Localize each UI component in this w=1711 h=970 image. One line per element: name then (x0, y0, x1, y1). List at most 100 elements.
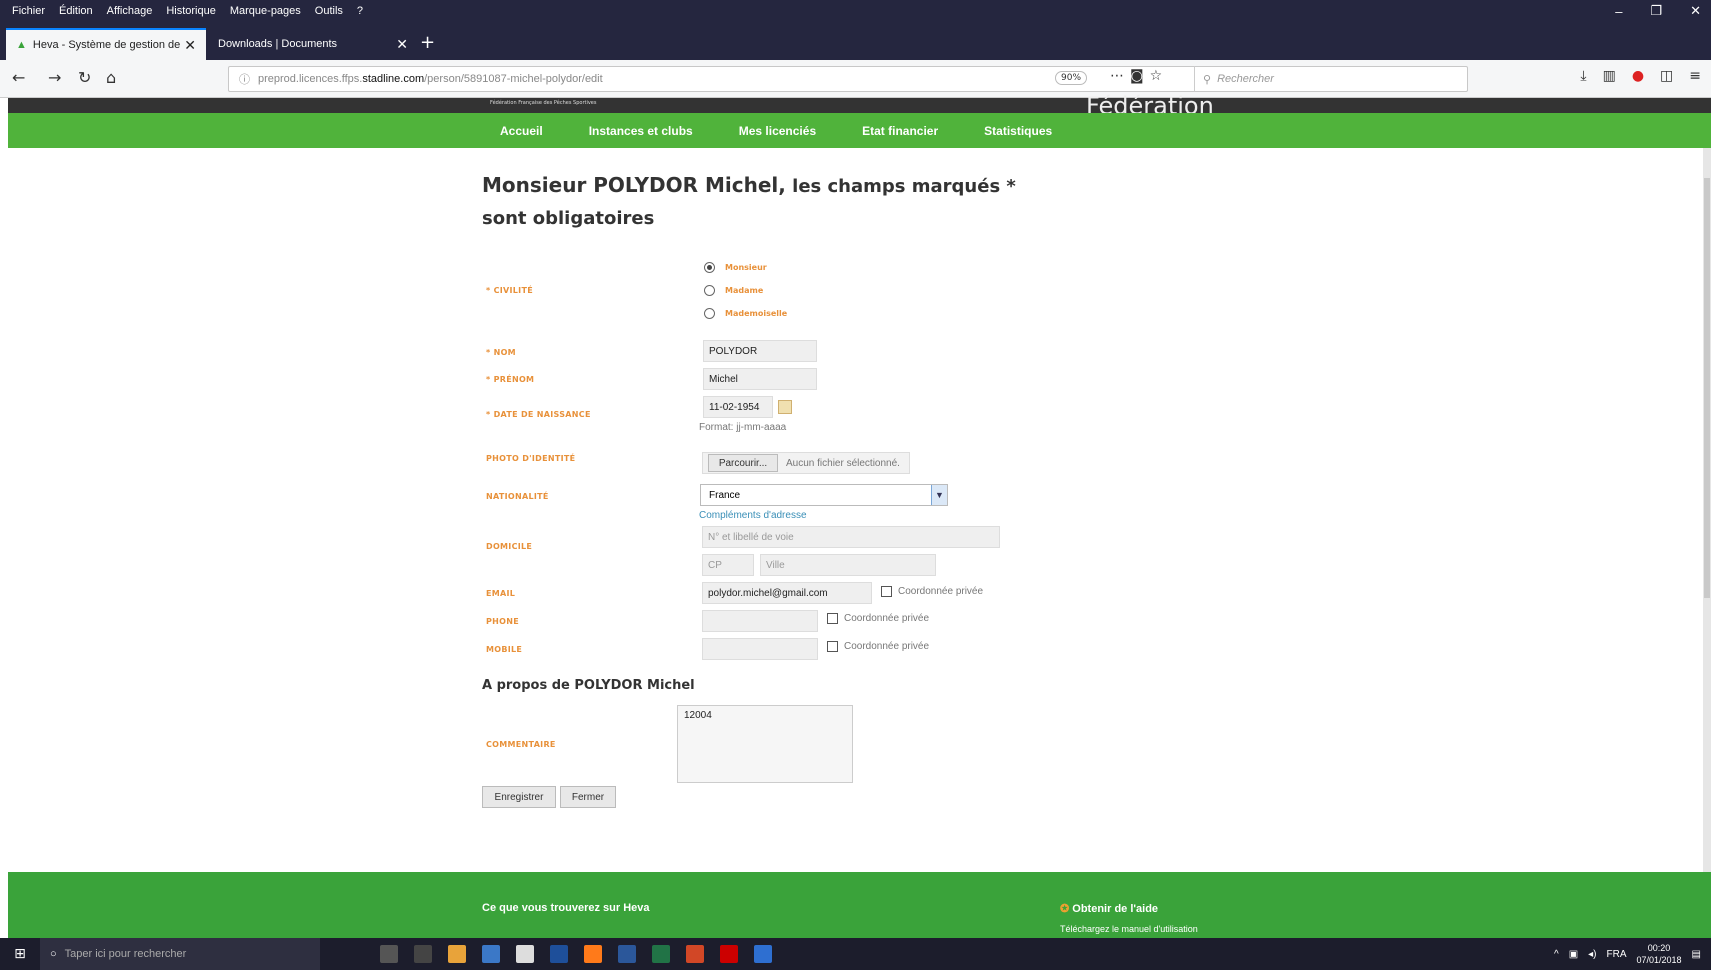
radio-dot[interactable] (704, 262, 715, 273)
explorer-icon[interactable] (448, 945, 466, 963)
taskbar-search[interactable]: ○ Taper ici pour rechercher (40, 938, 320, 970)
download-icon[interactable]: ⤓ (1580, 68, 1586, 84)
commentaire-textarea[interactable]: 12004 (677, 705, 853, 783)
restore-icon[interactable]: ❐ (1650, 3, 1662, 19)
mobile-private-checkbox[interactable]: Coordonnée privée (827, 641, 929, 652)
menu-outils[interactable]: Outils (315, 5, 343, 17)
library-icon[interactable]: ▥ (1603, 68, 1616, 84)
browser-toolbar: ← → ↻ ⌂ ⓘ preprod.licences.ffps. stadline… (0, 60, 1711, 98)
menu-fichier[interactable]: Fichier (12, 5, 45, 17)
nav-etat-financier[interactable]: Etat financier (862, 124, 938, 138)
mobile-field[interactable] (702, 638, 818, 660)
nationalite-value: France (709, 489, 741, 501)
calendar-icon[interactable] (778, 400, 792, 414)
excel-icon[interactable] (652, 945, 670, 963)
close-tab-icon[interactable]: ✕ (396, 36, 408, 53)
browse-button[interactable]: Parcourir... (708, 454, 778, 472)
pdf-icon[interactable] (720, 945, 738, 963)
scrollbar-thumb[interactable] (1704, 178, 1710, 598)
back-icon[interactable]: ← (12, 68, 25, 87)
language-indicator[interactable]: FRA (1607, 949, 1627, 960)
powerpoint-icon[interactable] (686, 945, 704, 963)
save-button[interactable]: Enregistrer (482, 786, 556, 808)
word-icon[interactable] (618, 945, 636, 963)
microphone-icon[interactable] (380, 945, 398, 963)
system-tray: ^ ▣ ◂) FRA 00:20 07/01/2018 ▤ (1554, 938, 1701, 970)
close-window-icon[interactable]: ✕ (1690, 3, 1701, 19)
radio-madame[interactable]: Madame (704, 285, 763, 296)
label-mobile: MOBILE (486, 645, 523, 654)
nom-field[interactable]: POLYDOR (703, 340, 817, 362)
close-button[interactable]: Fermer (560, 786, 616, 808)
nav-mes-licencies[interactable]: Mes licenciés (739, 124, 816, 138)
new-tab-icon[interactable]: + (420, 32, 435, 53)
tab-downloads[interactable]: Downloads | Documents ✕ (208, 28, 418, 60)
search-bar[interactable]: ⚲ Rechercher (1194, 66, 1468, 92)
minimize-icon[interactable]: – (1615, 4, 1622, 19)
menu-affichage[interactable]: Affichage (107, 5, 153, 17)
checkbox-box[interactable] (827, 613, 838, 624)
radio-label: Monsieur (725, 263, 767, 272)
folder-icon[interactable] (482, 945, 500, 963)
forward-icon[interactable]: → (48, 68, 61, 87)
task-view-icon[interactable] (414, 945, 432, 963)
menu-marque-pages[interactable]: Marque-pages (230, 5, 301, 17)
app-icon[interactable] (550, 945, 568, 963)
cp-field[interactable]: CP (702, 554, 754, 576)
site-footer: Ce que vous trouverez sur Heva ✪ Obtenir… (8, 872, 1711, 938)
radio-mademoiselle[interactable]: Mademoiselle (704, 308, 787, 319)
info-icon[interactable]: ⓘ (239, 71, 250, 87)
browser-menubar: Fichier Édition Affichage Historique Mar… (0, 0, 1711, 22)
store-icon[interactable] (516, 945, 534, 963)
notification-icon[interactable]: ▤ (1692, 949, 1701, 960)
tray-chevron-icon[interactable]: ^ (1554, 949, 1559, 960)
ville-field[interactable]: Ville (760, 554, 936, 576)
checkbox-box[interactable] (881, 586, 892, 597)
radio-dot[interactable] (704, 308, 715, 319)
phone-field[interactable] (702, 610, 818, 632)
windows-start-icon[interactable]: ⊞ (0, 938, 40, 970)
nav-instances-clubs[interactable]: Instances et clubs (589, 124, 693, 138)
menu-aide[interactable]: ? (357, 5, 363, 17)
pocket-icon[interactable]: ◙ (1130, 68, 1150, 84)
hamburger-menu-icon[interactable]: ≡ (1689, 68, 1701, 84)
home-icon[interactable]: ⌂ (106, 68, 116, 87)
more-actions-icon[interactable]: ⋯ (1110, 68, 1130, 84)
outlook-icon[interactable] (754, 945, 772, 963)
nationalite-select[interactable]: France ▼ (700, 484, 948, 506)
email-field[interactable]: polydor.michel@gmail.com (702, 582, 872, 604)
firefox-icon[interactable] (584, 945, 602, 963)
page-scrollbar[interactable] (1703, 148, 1711, 872)
taskbar-search-placeholder: Taper ici pour rechercher (64, 948, 187, 960)
prenom-field[interactable]: Michel (703, 368, 817, 390)
tab-heva[interactable]: ▲ Heva - Système de gestion de ✕ (6, 28, 206, 60)
footer-help-sub[interactable]: Téléchargez le manuel d'utilisation (1060, 924, 1198, 934)
clock[interactable]: 00:20 07/01/2018 (1637, 942, 1682, 966)
network-icon[interactable]: ▣ (1569, 949, 1578, 960)
nav-accueil[interactable]: Accueil (500, 124, 543, 138)
sidebar-icon[interactable]: ◫ (1660, 68, 1673, 84)
radio-monsieur[interactable]: Monsieur (704, 262, 767, 273)
complement-adresse-link[interactable]: Compléments d'adresse (699, 510, 807, 521)
phone-private-checkbox[interactable]: Coordonnée privée (827, 613, 929, 624)
bookmark-star-icon[interactable]: ☆ (1150, 68, 1169, 84)
cortana-icon: ○ (50, 948, 57, 960)
adblock-icon[interactable]: ● (1632, 68, 1644, 84)
menu-historique[interactable]: Historique (166, 5, 216, 17)
label-prenom: * PRÉNOM (486, 375, 535, 384)
clock-time: 00:20 (1647, 943, 1671, 953)
toolbar-icons: ⤓ ▥ ● ◫ ≡ (1580, 68, 1701, 84)
radio-dot[interactable] (704, 285, 715, 296)
footer-help[interactable]: ✪ Obtenir de l'aide (1060, 902, 1158, 915)
reload-icon[interactable]: ↻ (78, 68, 91, 87)
volume-icon[interactable]: ◂) (1588, 949, 1596, 960)
menu-edition[interactable]: Édition (59, 5, 93, 17)
address-field[interactable]: N° et libellé de voie (702, 526, 1000, 548)
chevron-down-icon[interactable]: ▼ (931, 485, 947, 505)
date-naissance-field[interactable]: 11-02-1954 (703, 396, 773, 418)
checkbox-box[interactable] (827, 641, 838, 652)
close-tab-icon[interactable]: ✕ (184, 37, 196, 54)
email-private-checkbox[interactable]: Coordonnée privée (881, 586, 983, 597)
zoom-indicator[interactable]: 90% (1055, 71, 1088, 85)
nav-statistiques[interactable]: Statistiques (984, 124, 1052, 138)
